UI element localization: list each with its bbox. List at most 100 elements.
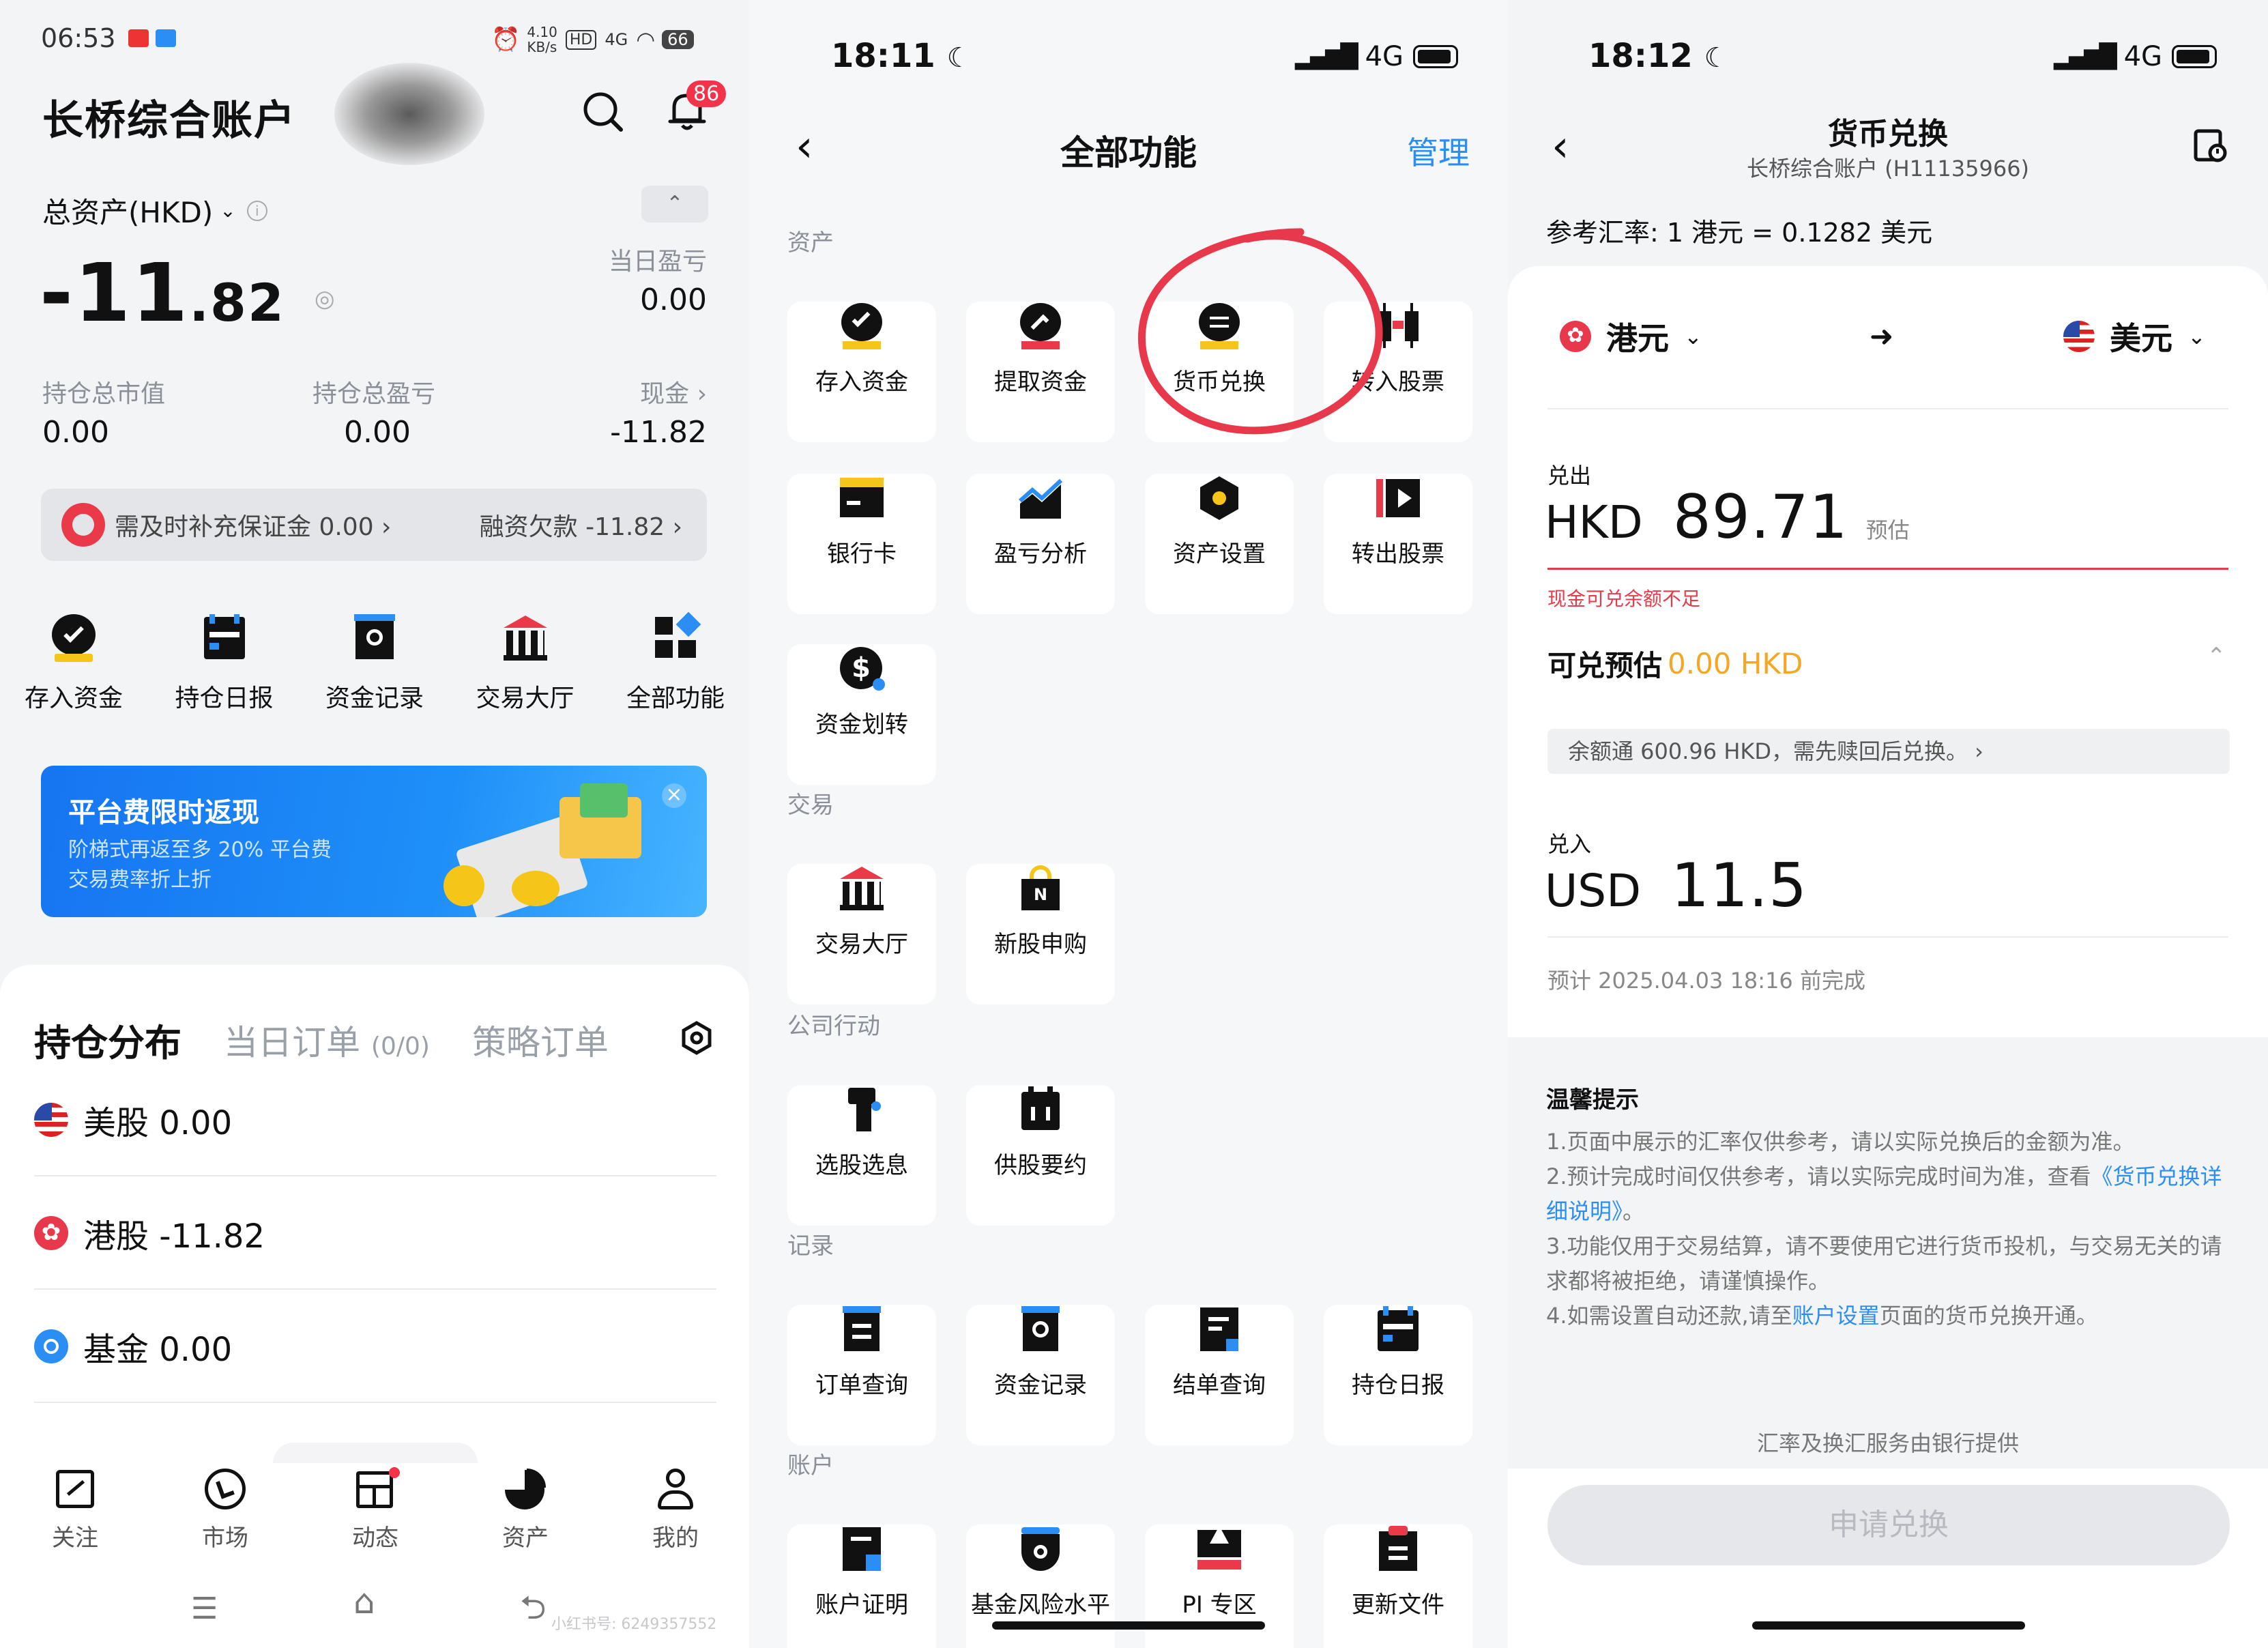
- page-title: 货币兑换: [1828, 117, 1948, 151]
- tile-label: 新股申购: [994, 931, 1087, 958]
- tile-order-query[interactable]: 订单查询: [787, 1275, 936, 1445]
- info-icon[interactable]: i: [246, 200, 267, 221]
- sell-amount: 89.71: [1672, 482, 1848, 552]
- sell-amount-field[interactable]: HKD 89.71 预估: [1545, 482, 1910, 552]
- search-icon[interactable]: [580, 89, 625, 134]
- withdraw-icon: [1016, 302, 1065, 351]
- qa-deposit[interactable]: 存入资金: [5, 611, 142, 714]
- settings-icon[interactable]: [680, 1021, 714, 1055]
- financing-debt-text[interactable]: 融资欠款 -11.82 ›: [480, 507, 682, 543]
- alert-icon: [61, 503, 105, 547]
- tab-holdings[interactable]: 持仓分布: [34, 1013, 181, 1067]
- total-assets-selector[interactable]: 总资产(HKD) ⌄ i: [42, 190, 267, 231]
- tile-account-certificate[interactable]: 账户证明: [787, 1494, 936, 1648]
- tile-bank-card[interactable]: 银行卡: [787, 444, 936, 614]
- tile-rights-offer[interactable]: 供股要约: [966, 1055, 1115, 1226]
- tile-withdraw[interactable]: 提取资金: [966, 272, 1115, 442]
- tile-stock-dividend-election[interactable]: 选股选息: [787, 1055, 936, 1226]
- promo-banner[interactable]: 平台费限时返现 阶梯式再返至多 20% 平台费 交易费率折上折 ×: [41, 766, 707, 917]
- qa-trading-hall[interactable]: 交易大厅: [457, 611, 594, 714]
- nav-profile[interactable]: 我的: [621, 1467, 730, 1552]
- eye-icon[interactable]: ◎: [315, 285, 336, 313]
- tile-trading-hall[interactable]: 交易大厅: [787, 834, 936, 1004]
- tile-daily-report[interactable]: 持仓日报: [1324, 1275, 1472, 1445]
- nav-watchlist[interactable]: 关注: [20, 1467, 130, 1552]
- shield-icon: [1016, 1524, 1065, 1574]
- holdings-tabs: 持仓分布 当日订单 (0/0) 策略订单: [34, 1013, 609, 1067]
- watermark: 小红书号: 6249357552: [551, 1616, 717, 1633]
- divider: [1547, 936, 2228, 938]
- holding-row-hk[interactable]: ✿ 港股 -11.82: [34, 1178, 716, 1290]
- alarm-icon: ⏰: [491, 26, 521, 53]
- sheet-handle: [273, 1443, 478, 1463]
- tile-pl-analysis[interactable]: 盈亏分析: [966, 444, 1115, 614]
- tile-transfer-out-stock[interactable]: 转出股票: [1324, 444, 1472, 614]
- moon-icon: ☾: [1704, 42, 1729, 74]
- nav-feed-label: 动态: [352, 1524, 398, 1552]
- section-records-label: 记录: [787, 1232, 834, 1260]
- tile-label: 账户证明: [815, 1591, 908, 1619]
- margin-alert-bar[interactable]: 需及时补充保证金 0.00 › 融资欠款 -11.82 ›: [41, 489, 707, 561]
- system-back-icon[interactable]: ⮌: [520, 1585, 546, 1640]
- nav-market[interactable]: 市场: [171, 1467, 280, 1552]
- holding-us-label: 美股 0.00: [83, 1104, 233, 1142]
- tile-ipo-subscription[interactable]: N 新股申购: [966, 834, 1115, 1004]
- promo-line1: 阶梯式再返至多 20% 平台费: [68, 838, 332, 862]
- account-settings-link[interactable]: 账户设置: [1792, 1303, 1880, 1329]
- close-icon[interactable]: ×: [662, 783, 686, 808]
- tile-statement-query[interactable]: 结单查询: [1145, 1275, 1294, 1445]
- tile-deposit[interactable]: 存入资金: [787, 272, 936, 442]
- tile-update-documents[interactable]: 更新文件: [1324, 1494, 1472, 1648]
- cash-link[interactable]: 现金 ›: [640, 374, 707, 409]
- apply-exchange-button[interactable]: 申请兑换: [1547, 1485, 2230, 1565]
- holding-row-us[interactable]: 美股 0.00: [34, 1065, 716, 1176]
- system-menu-icon[interactable]: ☰: [191, 1591, 218, 1626]
- reference-rate: 参考汇率: 1 港元 = 0.1282 美元: [1546, 218, 1933, 248]
- tab-daily-orders[interactable]: 当日订单 (0/0): [224, 1015, 430, 1065]
- tip-4: 4.如需设置自动还款,请至账户设置页面的货币兑换开通。: [1546, 1299, 2235, 1333]
- deposit-icon: [837, 302, 886, 351]
- yuetong-notice[interactable]: 余额通 600.96 HKD，需先赎回后兑换。 ›: [1547, 729, 2230, 774]
- currency-exchange-screen: 18:12 ☾ ▂▄▆█ 4G ‹ 货币兑换 长桥综合账户 (H11135966…: [1508, 0, 2268, 1648]
- grid-icon: [650, 611, 701, 663]
- tile-fund-transfer[interactable]: $ 资金划转: [787, 614, 936, 785]
- qa-daily-report[interactable]: 持仓日报: [156, 611, 293, 714]
- app-notification-icon: [128, 29, 149, 47]
- system-home-icon[interactable]: ⌂: [353, 1582, 375, 1621]
- bank-card-icon: [837, 474, 886, 523]
- tile-fund-records[interactable]: 资金记录: [966, 1275, 1115, 1445]
- qa-all-features[interactable]: 全部功能: [607, 611, 744, 714]
- tip-3: 3.功能仅用于交易结算，请不要使用它进行货币投机，与交易无关的请求都将被拒绝，请…: [1546, 1233, 2222, 1294]
- nav-assets-label: 资产: [502, 1524, 549, 1552]
- tile-label: 交易大厅: [815, 931, 908, 958]
- net-speed: 4.10 KB/s: [527, 24, 557, 55]
- chevron-up-icon[interactable]: ⌃: [2207, 643, 2226, 670]
- total-dec: .82: [189, 272, 285, 333]
- history-icon[interactable]: [2192, 127, 2228, 164]
- daily-pl-label: 当日盈亏: [608, 248, 707, 276]
- buy-amount-field: USD 11.5: [1545, 850, 1807, 921]
- tip-4-text: 4.如需设置自动还款,请至: [1546, 1303, 1792, 1329]
- from-currency-selector[interactable]: ✿ 港元 ⌄: [1560, 314, 1702, 359]
- manage-button[interactable]: 管理: [1407, 128, 1470, 173]
- tile-asset-settings[interactable]: 资产设置: [1145, 444, 1294, 614]
- holding-row-fund[interactable]: 基金 0.00: [34, 1291, 716, 1403]
- to-currency-selector[interactable]: 美元 ⌄: [2063, 314, 2206, 359]
- tab-strategy-orders[interactable]: 策略订单: [472, 1015, 609, 1065]
- ipo-bag-icon: N: [1016, 864, 1065, 913]
- home-indicator[interactable]: [992, 1621, 1265, 1630]
- tip-2: 2.预计完成时间仅供参考，请以实际完成时间为准，查看《货币兑换详细说明》。: [1546, 1159, 2235, 1229]
- tab-daily-orders-count: (0/0): [370, 1032, 430, 1060]
- account-title[interactable]: 长桥综合账户: [42, 87, 296, 147]
- status-time: 18:11 ☾: [831, 37, 971, 75]
- qa-fund-records[interactable]: 资金记录: [306, 611, 443, 714]
- margin-call-text[interactable]: 需及时补充保证金 0.00 ›: [115, 507, 391, 543]
- home-indicator[interactable]: [1752, 1621, 2025, 1630]
- records-icon: [1016, 1305, 1065, 1354]
- nav-assets[interactable]: 资产: [471, 1467, 580, 1552]
- fund-icon: [34, 1329, 68, 1363]
- tile-label: 资产设置: [1173, 540, 1266, 568]
- nav-feed[interactable]: 动态: [321, 1467, 430, 1552]
- collapse-button[interactable]: ⌃: [641, 186, 708, 222]
- calendar-icon: [1373, 1305, 1423, 1354]
